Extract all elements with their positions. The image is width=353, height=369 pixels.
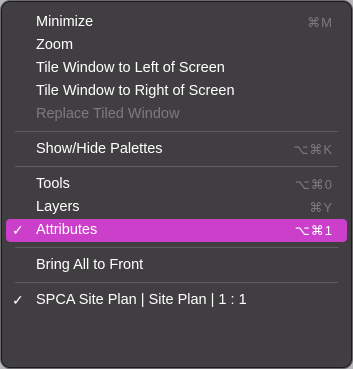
menu-item-label: Show/Hide Palettes (36, 141, 163, 157)
menu-item-tile-right[interactable]: Tile Window to Right of Screen (6, 80, 347, 103)
window-menu: Minimize ⌘M Zoom Tile Window to Left of … (0, 0, 353, 369)
menu-item-shortcut: ⌥⌘K (293, 142, 333, 157)
menu-item-label: Zoom (36, 37, 74, 53)
menu-item-bring-all-to-front[interactable]: Bring All to Front (6, 254, 347, 277)
checkmark-icon: ✓ (12, 222, 24, 238)
menu-item-show-hide-palettes[interactable]: Show/Hide Palettes ⌥⌘K (6, 138, 347, 161)
menu-item-shortcut: ⌥⌘1 (294, 223, 333, 238)
menu-item-label: Tile Window to Right of Screen (36, 83, 235, 99)
menu-item-label: Tile Window to Left of Screen (36, 60, 225, 76)
menu-item-minimize[interactable]: Minimize ⌘M (6, 11, 347, 34)
menu-separator (15, 166, 338, 167)
menu-item-shortcut: ⌘M (307, 15, 333, 30)
menu-item-label: Attributes (36, 222, 98, 238)
menu-item-shortcut: ⌘Y (309, 200, 333, 215)
menu-item-layers[interactable]: Layers ⌘Y (6, 196, 347, 219)
menu-item-tools[interactable]: Tools ⌥⌘0 (6, 173, 347, 196)
menu-item-label: Bring All to Front (36, 257, 144, 273)
menu-item-attributes[interactable]: ✓ Attributes ⌥⌘1 (6, 219, 347, 242)
menu-item-shortcut: ⌥⌘0 (294, 177, 333, 192)
menu-item-label: Minimize (36, 14, 94, 30)
checkmark-icon: ✓ (12, 292, 24, 308)
menu-item-label: SPCA Site Plan | Site Plan | 1 : 1 (36, 292, 247, 308)
menu-separator (15, 131, 338, 132)
menu-item-label: Layers (36, 199, 80, 215)
menu-item-label: Replace Tiled Window (36, 106, 180, 122)
menu-item-spca-site-plan[interactable]: ✓ SPCA Site Plan | Site Plan | 1 : 1 (6, 289, 347, 312)
menu-item-zoom[interactable]: Zoom (6, 34, 347, 57)
menu-item-label: Tools (36, 176, 70, 192)
menu-item-replace-tiled-window: Replace Tiled Window (6, 103, 347, 126)
menu-separator (15, 282, 338, 283)
menu-item-tile-left[interactable]: Tile Window to Left of Screen (6, 57, 347, 80)
menu-separator (15, 247, 338, 248)
